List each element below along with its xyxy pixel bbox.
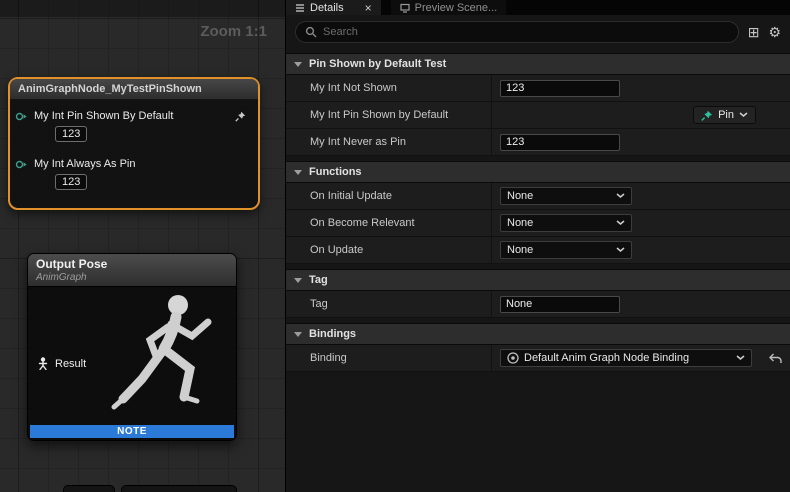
my-int-never-as-pin-input[interactable] bbox=[500, 134, 620, 151]
result-pin-label: Result bbox=[55, 358, 86, 370]
property-value: Default Anim Graph Node Binding bbox=[491, 345, 790, 371]
int-pin-icon[interactable] bbox=[15, 111, 28, 122]
chevron-down-icon bbox=[616, 193, 625, 199]
close-icon[interactable]: × bbox=[365, 2, 372, 14]
property-row-my-int-not-shown: My Int Not Shown bbox=[286, 75, 790, 102]
chevron-down-icon bbox=[739, 112, 748, 118]
zoom-level-label: Zoom 1:1 bbox=[200, 23, 267, 40]
display-filter-icon[interactable]: ⊞ bbox=[748, 25, 760, 39]
property-value: Pin bbox=[491, 102, 790, 128]
property-value bbox=[491, 75, 790, 101]
output-pose-node[interactable]: Output Pose AnimGraph bbox=[27, 253, 237, 441]
dropdown-value: Default Anim Graph Node Binding bbox=[524, 352, 731, 364]
note-badge: NOTE bbox=[30, 425, 234, 438]
result-pin[interactable]: Result bbox=[37, 357, 86, 370]
reset-binding-arrow-icon[interactable] bbox=[769, 353, 782, 364]
search-icon bbox=[305, 26, 317, 38]
my-int-not-shown-input[interactable] bbox=[500, 80, 620, 97]
property-value bbox=[491, 291, 790, 317]
property-label: On Become Relevant bbox=[286, 210, 491, 236]
property-label: Binding bbox=[286, 345, 491, 371]
pin-value-input[interactable]: 123 bbox=[55, 174, 87, 190]
pin-label: My Int Pin Shown By Default bbox=[34, 110, 173, 122]
details-tab-icon bbox=[295, 3, 305, 13]
pin-value-input[interactable]: 123 bbox=[55, 126, 87, 142]
dropdown-value: None bbox=[507, 190, 611, 202]
property-label: My Int Not Shown bbox=[286, 75, 491, 101]
anim-graph-test-node[interactable]: AnimGraphNode_MyTestPinShown My Int Pin … bbox=[8, 77, 260, 210]
property-value bbox=[491, 129, 790, 155]
property-row-tag: Tag bbox=[286, 291, 790, 318]
on-initial-update-dropdown[interactable]: None bbox=[500, 187, 632, 205]
property-label: Tag bbox=[286, 291, 491, 317]
pin-toggle-icon[interactable] bbox=[235, 111, 252, 122]
pin-visibility-dropdown[interactable]: Pin bbox=[693, 106, 756, 124]
section-header-functions[interactable]: Functions bbox=[286, 161, 790, 183]
dropdown-value: None bbox=[507, 244, 611, 256]
chevron-down-icon bbox=[294, 62, 302, 67]
partial-node[interactable] bbox=[63, 485, 115, 492]
property-value: None bbox=[491, 210, 790, 236]
chevron-down-icon bbox=[736, 355, 745, 361]
property-value: None bbox=[491, 183, 790, 209]
tag-input[interactable] bbox=[500, 296, 620, 313]
chevron-down-icon bbox=[294, 278, 302, 283]
property-row-on-initial-update: On Initial Update None bbox=[286, 183, 790, 210]
pose-pin-icon bbox=[37, 357, 49, 370]
tab-preview-scene[interactable]: Preview Scene... bbox=[391, 0, 507, 15]
property-label: On Initial Update bbox=[286, 183, 491, 209]
int-pin-icon[interactable] bbox=[15, 159, 28, 170]
chevron-down-icon bbox=[616, 220, 625, 226]
tab-label: Details bbox=[310, 2, 344, 14]
section-title: Pin Shown by Default Test bbox=[309, 58, 446, 70]
search-row: ⊞ ⚙ bbox=[286, 15, 790, 48]
property-row-on-become-relevant: On Become Relevant None bbox=[286, 210, 790, 237]
section-header-tag[interactable]: Tag bbox=[286, 269, 790, 291]
search-input[interactable] bbox=[323, 26, 729, 38]
on-become-relevant-dropdown[interactable]: None bbox=[500, 214, 632, 232]
tab-label: Preview Scene... bbox=[415, 2, 498, 14]
chevron-down-icon bbox=[294, 170, 302, 175]
gear-icon[interactable]: ⚙ bbox=[768, 25, 781, 39]
on-update-dropdown[interactable]: None bbox=[500, 241, 632, 259]
property-row-binding: Binding Default Anim Graph Node Binding bbox=[286, 345, 790, 372]
tab-bar: Details × Preview Scene... bbox=[286, 0, 790, 15]
node-title: Output Pose bbox=[36, 257, 228, 271]
property-label: My Int Pin Shown by Default bbox=[286, 102, 491, 128]
section-title: Bindings bbox=[309, 328, 356, 340]
section-header-pin-shown[interactable]: Pin Shown by Default Test bbox=[286, 53, 790, 75]
chevron-down-icon bbox=[616, 247, 625, 253]
details-panel: Details × Preview Scene... ⊞ ⚙ Pin Shown… bbox=[285, 0, 790, 492]
graph-top-strip bbox=[0, 0, 285, 17]
preview-scene-tab-icon bbox=[400, 3, 410, 13]
section-title: Tag bbox=[309, 274, 328, 286]
section-header-bindings[interactable]: Bindings bbox=[286, 323, 790, 345]
tab-details[interactable]: Details × bbox=[286, 0, 381, 15]
chevron-down-icon bbox=[294, 332, 302, 337]
mannequin-image bbox=[104, 287, 234, 437]
node-title[interactable]: AnimGraphNode_MyTestPinShown bbox=[10, 79, 258, 100]
pin-icon bbox=[701, 110, 713, 121]
property-row-my-int-pin-shown: My Int Pin Shown by Default Pin bbox=[286, 102, 790, 129]
binding-dropdown[interactable]: Default Anim Graph Node Binding bbox=[500, 349, 752, 367]
property-label: On Update bbox=[286, 237, 491, 263]
pin-combo-label: Pin bbox=[718, 109, 734, 121]
property-row-on-update: On Update None bbox=[286, 237, 790, 264]
pin-label: My Int Always As Pin bbox=[34, 158, 135, 170]
dropdown-value: None bbox=[507, 217, 611, 229]
property-label: My Int Never as Pin bbox=[286, 129, 491, 155]
section-title: Functions bbox=[309, 166, 362, 178]
property-row-my-int-never-pin: My Int Never as Pin bbox=[286, 129, 790, 156]
search-box[interactable] bbox=[295, 21, 739, 43]
graph-editor-canvas[interactable]: Zoom 1:1 AnimGraphNode_MyTestPinShown My… bbox=[0, 0, 285, 492]
node-header[interactable]: Output Pose AnimGraph bbox=[28, 254, 236, 287]
binding-icon bbox=[507, 352, 519, 364]
partial-node[interactable] bbox=[121, 485, 237, 492]
property-value: None bbox=[491, 237, 790, 263]
node-subtitle: AnimGraph bbox=[36, 272, 228, 283]
